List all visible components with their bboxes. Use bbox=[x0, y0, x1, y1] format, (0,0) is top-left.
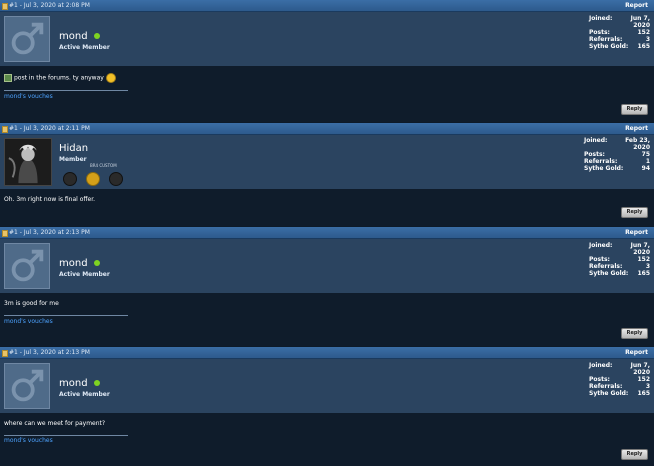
report-link[interactable]: Report bbox=[625, 227, 648, 238]
post-body: Oh. 3m right now is final offer. Reply bbox=[0, 189, 654, 226]
user-title: Active Member bbox=[59, 271, 110, 278]
post-header: #1 - Jul 3, 2020 at 2:08 PM Report bbox=[0, 0, 654, 12]
user-title: Active Member bbox=[59, 391, 110, 398]
signature-divider bbox=[4, 315, 128, 316]
username[interactable]: mond bbox=[59, 378, 100, 389]
user-badges bbox=[63, 171, 127, 190]
signature-divider bbox=[4, 435, 128, 436]
user-stats: Joined: Jun 7, 2020 Posts: 152 Referrals: 3… bbox=[589, 15, 650, 50]
reply-button[interactable]: Reply bbox=[621, 104, 648, 115]
post-date: #1 - Jul 3, 2020 at 2:11 PM bbox=[9, 125, 90, 132]
post-body: post in the forums. ty anyway mond's vou… bbox=[0, 66, 654, 122]
user-panel: mond Active Member Joined: Jun 7, 2020 Po… bbox=[0, 12, 654, 66]
report-link[interactable]: Report bbox=[625, 123, 648, 134]
reply-button[interactable]: Reply bbox=[621, 328, 648, 339]
post-1: #1 - Jul 3, 2020 at 2:08 PM Report mond … bbox=[0, 0, 654, 122]
post-2: #1 - Jul 3, 2020 at 2:11 PM Report Hidan… bbox=[0, 123, 654, 226]
reply-button[interactable]: Reply bbox=[621, 449, 648, 460]
default-avatar-male-icon bbox=[11, 22, 44, 55]
dark-badge-icon bbox=[63, 172, 77, 186]
default-avatar-male-icon bbox=[11, 249, 44, 282]
post-message: Oh. 3m right now is final offer. bbox=[4, 196, 96, 203]
post-header: #1 - Jul 3, 2020 at 2:11 PM Report bbox=[0, 123, 654, 135]
badge-caption: BR4 CUSTOM bbox=[90, 163, 117, 168]
post-date: #1 - Jul 3, 2020 at 2:13 PM bbox=[9, 349, 90, 356]
user-title: Member bbox=[59, 156, 87, 163]
post-message: post in the forums. ty anyway bbox=[4, 73, 116, 83]
online-status-icon bbox=[93, 380, 100, 386]
user-stats: Joined: Jun 7, 2020 Posts: 152 Referrals: 3… bbox=[589, 362, 650, 397]
username[interactable]: mond bbox=[59, 258, 100, 269]
vouches-link[interactable]: mond's vouches bbox=[4, 318, 53, 325]
post-4: #1 - Jul 3, 2020 at 2:13 PM Report mond … bbox=[0, 347, 654, 466]
smiley-icon bbox=[105, 73, 116, 83]
vouches-link[interactable]: mond's vouches bbox=[4, 93, 53, 100]
post-icon bbox=[2, 126, 8, 133]
report-link[interactable]: Report bbox=[625, 347, 648, 358]
reply-button[interactable]: Reply bbox=[621, 207, 648, 218]
user-panel: mond Active Member Joined: Jun 7, 2020 Po… bbox=[0, 359, 654, 413]
post-icon bbox=[2, 350, 8, 357]
post-message: 3m is good for me bbox=[4, 300, 59, 307]
avatar[interactable] bbox=[4, 138, 52, 186]
avatar[interactable] bbox=[4, 363, 50, 409]
user-title: Active Member bbox=[59, 44, 110, 51]
post-icon bbox=[2, 3, 8, 10]
online-status-icon bbox=[93, 33, 100, 39]
post-header: #1 - Jul 3, 2020 at 2:13 PM Report bbox=[0, 347, 654, 359]
post-body: where can we meet for payment? mond's vo… bbox=[0, 413, 654, 466]
user-photo-avatar bbox=[5, 139, 51, 185]
online-status-icon bbox=[93, 260, 100, 266]
username[interactable]: Hidan bbox=[59, 143, 88, 154]
username[interactable]: mond bbox=[59, 31, 100, 42]
user-panel: mond Active Member Joined: Jun 7, 2020 Po… bbox=[0, 239, 654, 293]
user-stats: Joined: Feb 23, 2020 Posts: 75 Referrals: 1… bbox=[584, 137, 650, 172]
post-3: #1 - Jul 3, 2020 at 2:13 PM Report mond … bbox=[0, 227, 654, 346]
vouches-link[interactable]: mond's vouches bbox=[4, 437, 53, 444]
gold-badge-icon bbox=[86, 172, 101, 186]
user-stats: Joined: Jun 7, 2020 Posts: 152 Referrals: 3… bbox=[589, 242, 650, 277]
avatar[interactable] bbox=[4, 16, 50, 62]
post-date: #1 - Jul 3, 2020 at 2:08 PM bbox=[9, 2, 90, 9]
post-message: where can we meet for payment? bbox=[4, 420, 106, 427]
signature-divider bbox=[4, 90, 128, 91]
post-header: #1 - Jul 3, 2020 at 2:13 PM Report bbox=[0, 227, 654, 239]
post-date: #1 - Jul 3, 2020 at 2:13 PM bbox=[9, 229, 90, 236]
post-body: 3m is good for me mond's vouches Reply bbox=[0, 293, 654, 346]
default-avatar-male-icon bbox=[11, 369, 44, 402]
report-link[interactable]: Report bbox=[625, 0, 648, 11]
post-icon bbox=[2, 230, 8, 237]
user-panel: Hidan Member BR4 CUSTOM Joined: Feb 23, 2… bbox=[0, 135, 654, 189]
dark-badge-icon bbox=[109, 172, 124, 186]
sythe-icon bbox=[4, 74, 12, 82]
avatar[interactable] bbox=[4, 243, 50, 289]
